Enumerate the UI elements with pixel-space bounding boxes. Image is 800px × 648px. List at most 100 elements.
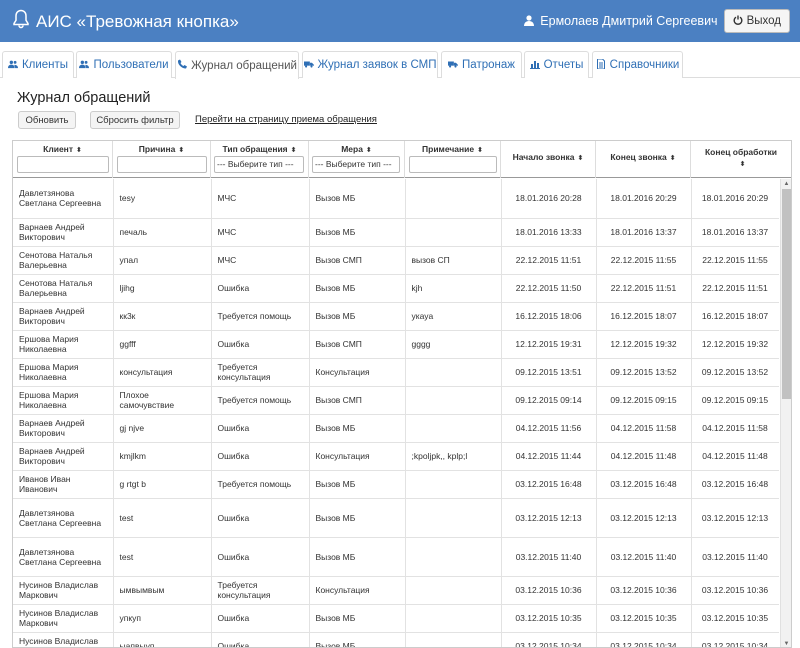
table-cell: 03.12.2015 16:48: [691, 470, 779, 499]
top-navbar: АИС «Тревожная кнопка» Ермолаев Дмитрий …: [0, 0, 800, 42]
tab-smp-requests[interactable]: Журнал заявок в СМП: [302, 51, 438, 78]
table-row[interactable]: Варнаев Андрей Викторович kmjlkm Ошибка Кон…: [13, 442, 779, 471]
tab-label: Журнал обращений: [191, 59, 297, 72]
table-cell: [405, 576, 502, 605]
app-title: АИС «Тревожная кнопка»: [36, 11, 239, 31]
table-row[interactable]: Сенотова Наталья Валерьевна ljihg Ошибка Вы…: [13, 274, 779, 303]
table-cell: Вызов МБ: [309, 498, 406, 538]
table-cell: 03.12.2015 10:36: [501, 576, 597, 605]
power-icon: [733, 15, 743, 28]
table-cell: Вызов МБ: [309, 302, 406, 331]
tab-clients[interactable]: Клиенты: [2, 51, 74, 78]
col-header-call-start[interactable]: Начало звонка ⬍: [501, 141, 596, 178]
table-cell: Давлетзянова Светлана Сергеевна: [13, 498, 114, 538]
table-cell: Консультация: [309, 442, 406, 471]
col-header-measure[interactable]: Мера ⬍ --- Выберите тип ---: [309, 141, 405, 178]
table-cell: Ершова Мария Николаевна: [13, 358, 114, 387]
table-row[interactable]: Давлетзянова Светлана Сергеевна test Ошибк…: [13, 498, 779, 538]
table-cell: tesy: [113, 179, 212, 219]
table-row[interactable]: Варнаев Андрей Викторович gj njve Ошибка Вы…: [13, 414, 779, 443]
table-cell: 18.01.2016 13:33: [501, 218, 597, 247]
table-cell: 09.12.2015 13:51: [501, 358, 597, 387]
table-cell: Требуется консультация: [211, 358, 310, 387]
table-row[interactable]: Сенотова Наталья Валерьевна упал МЧС Вызов …: [13, 246, 779, 275]
col-header-client[interactable]: Клиент ⬍: [13, 141, 113, 178]
table-cell: 09.12.2015 09:14: [501, 386, 597, 415]
tab-reports[interactable]: Отчеты: [524, 51, 589, 78]
app-brand[interactable]: АИС «Тревожная кнопка»: [12, 9, 239, 34]
logout-label: Выход: [746, 15, 781, 27]
reset-filter-button[interactable]: Сбросить фильтр: [90, 111, 180, 129]
col-header-call-end[interactable]: Конец звонка ⬍: [596, 141, 691, 178]
main-tabs: Клиенты Пользователи Журнал обращений Жу…: [0, 51, 800, 79]
table-cell: 04.12.2015 11:48: [596, 442, 692, 471]
table-cell: [405, 414, 502, 443]
table-cell: g rtgt b: [113, 470, 212, 499]
table-cell: 04.12.2015 11:48: [691, 442, 779, 471]
table-row[interactable]: Иванов Иван Иванович g rtgt b Требуется по…: [13, 470, 779, 499]
col-header-reason[interactable]: Причина ⬍: [113, 141, 211, 178]
scroll-up-icon[interactable]: ▲: [781, 179, 791, 189]
tab-users[interactable]: Пользователи: [76, 51, 172, 78]
table-cell: 03.12.2015 10:34: [691, 632, 779, 647]
table-cell: Нусинов Владислав Маркович: [13, 576, 114, 605]
table-cell: Вызов МБ: [309, 604, 406, 633]
col-header-processing-end[interactable]: Конец обработки ⬍: [691, 141, 791, 178]
note-filter-input[interactable]: [409, 156, 497, 173]
tab-references[interactable]: Справочники: [592, 51, 683, 78]
table-cell: Варнаев Андрей Викторович: [13, 414, 114, 443]
sort-icon: ⬍: [477, 147, 483, 154]
type-filter-select[interactable]: --- Выберите тип ---: [214, 156, 304, 173]
col-header-note[interactable]: Примечание ⬍: [405, 141, 501, 178]
table-row[interactable]: Варнаев Андрей Викторович кк3к Требуется п…: [13, 302, 779, 331]
table-row[interactable]: Ершова Мария Николаевна ggfff Ошибка Вызов …: [13, 330, 779, 359]
table-cell: 22.12.2015 11:51: [596, 274, 692, 303]
table-cell: 18.01.2016 20:29: [691, 179, 779, 219]
tab-patronage[interactable]: Патронаж: [441, 51, 522, 78]
table-cell: упал: [113, 246, 212, 275]
scroll-thumb[interactable]: [782, 189, 791, 399]
table-cell: упкуп: [113, 604, 212, 633]
table-cell: Ершова Мария Николаевна: [13, 386, 114, 415]
measure-filter-select[interactable]: --- Выберите тип ---: [312, 156, 400, 173]
table-row[interactable]: Ершова Мария Николаевна Плохое самочувств…: [13, 386, 779, 415]
table-cell: вызов СП: [405, 246, 502, 275]
grid-header: Клиент ⬍ Причина ⬍ Тип обращения ⬍ --- Выбе…: [13, 141, 791, 178]
table-row[interactable]: Варнаев Андрей Викторович печаль МЧС Вызов …: [13, 218, 779, 247]
reason-filter-input[interactable]: [117, 156, 207, 173]
vertical-scrollbar[interactable]: ▲ ▼: [780, 179, 791, 647]
table-cell: Вызов МБ: [309, 414, 406, 443]
table-cell: ljihg: [113, 274, 212, 303]
table-cell: 03.12.2015 16:48: [501, 470, 597, 499]
users-icon: [79, 59, 90, 72]
col-label: Конец звонка: [610, 152, 667, 162]
tab-label: Клиенты: [21, 59, 69, 71]
bar-chart-icon: [529, 59, 540, 72]
table-cell: gj njve: [113, 414, 212, 443]
table-cell: Вызов МБ: [309, 470, 406, 499]
table-cell: МЧС: [211, 246, 310, 275]
tab-journal[interactable]: Журнал обращений: [175, 51, 299, 79]
table-row[interactable]: Давлетзянова Светлана Сергеевна tesy МЧС Вы…: [13, 179, 779, 219]
table-cell: Варнаев Андрей Викторович: [13, 302, 114, 331]
table-row[interactable]: Нусинов Владислав Маркович упкуп Ошибка Выз…: [13, 604, 779, 633]
table-cell: Консультация: [309, 358, 406, 387]
table-row[interactable]: Нусинов Владислав Маркович ымвымвым Требуе…: [13, 576, 779, 605]
col-header-type[interactable]: Тип обращения ⬍ --- Выберите тип ---: [211, 141, 309, 178]
client-filter-input[interactable]: [17, 156, 109, 173]
table-cell: 12.12.2015 19:32: [691, 330, 779, 359]
scroll-down-icon[interactable]: ▼: [781, 639, 791, 647]
table-cell: [405, 386, 502, 415]
table-cell: 04.12.2015 11:56: [501, 414, 597, 443]
sort-icon: ⬍: [365, 147, 372, 154]
goto-intake-link[interactable]: Перейти на страницу приема обращения: [195, 114, 377, 125]
table-cell: [405, 632, 502, 647]
logout-button[interactable]: Выход: [723, 9, 790, 33]
table-row[interactable]: Нусинов Владислав МарковичыапвыупОшибкаВ…: [13, 632, 779, 647]
refresh-button[interactable]: Обновить: [18, 111, 76, 129]
table-row[interactable]: Давлетзянова Светлана Сергеевна test Ошибк…: [13, 537, 779, 577]
table-cell: Ошибка: [211, 414, 310, 443]
sort-icon: ⬍: [75, 147, 82, 154]
col-label: Клиент: [43, 144, 73, 154]
table-row[interactable]: Ершова Мария Николаевна консультация Требу…: [13, 358, 779, 387]
